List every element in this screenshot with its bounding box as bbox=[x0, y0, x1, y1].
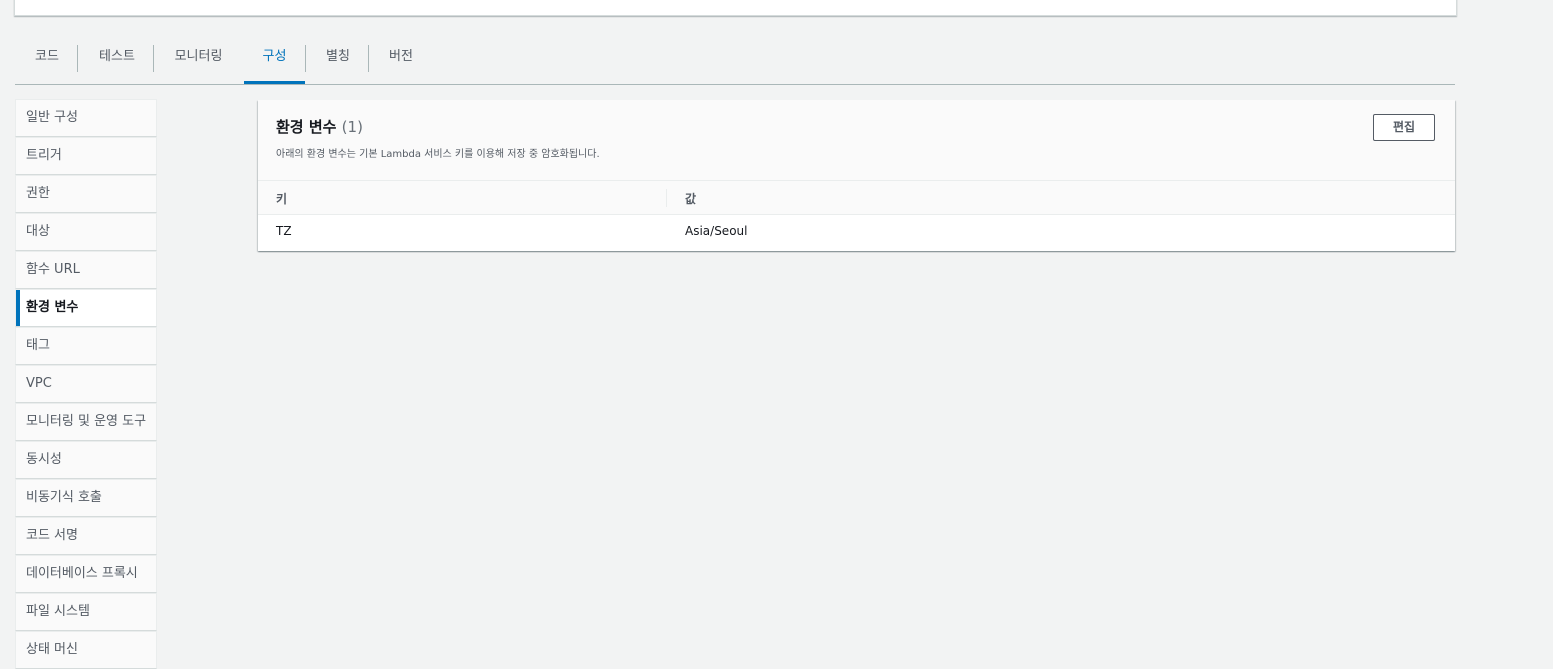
sidebar-item-monitoring-tools[interactable]: 모니터링 및 운영 도구 bbox=[15, 403, 157, 441]
card-description: 아래의 환경 변수는 기본 Lambda 서비스 키를 이용해 저장 중 암호화… bbox=[276, 149, 600, 160]
tab-monitoring[interactable]: 모니터링 bbox=[172, 44, 225, 84]
card-title-text: 환경 변수 bbox=[276, 118, 337, 136]
tab-versions[interactable]: 버전 bbox=[386, 44, 416, 84]
env-variables-card: 환경 변수 (1) 아래의 환경 변수는 기본 Lambda 서비스 키를 이용… bbox=[258, 100, 1455, 251]
table-row: TZ Asia/Seoul bbox=[258, 215, 1455, 251]
tab-configuration[interactable]: 구성 bbox=[244, 44, 305, 84]
sidebar-item-concurrency[interactable]: 동시성 bbox=[15, 441, 157, 479]
top-panel bbox=[14, 0, 1457, 16]
column-header-value: 값 bbox=[685, 192, 697, 206]
env-value-cell: Asia/Seoul bbox=[685, 224, 748, 238]
edit-button[interactable]: 편집 bbox=[1373, 114, 1435, 141]
tab-separator bbox=[305, 45, 306, 72]
sidebar-item-general[interactable]: 일반 구성 bbox=[15, 99, 157, 137]
card-title: 환경 변수 (1) bbox=[276, 116, 363, 137]
sidebar-item-state-machine[interactable]: 상태 머신 bbox=[15, 631, 157, 669]
table-header: 키 값 bbox=[258, 181, 1455, 215]
tab-bar: 코드 테스트 모니터링 구성 별칭 버전 bbox=[15, 40, 1455, 85]
tab-separator bbox=[77, 45, 78, 72]
card-header: 환경 변수 (1) 아래의 환경 변수는 기본 Lambda 서비스 키를 이용… bbox=[258, 100, 1455, 181]
tab-test[interactable]: 테스트 bbox=[96, 44, 138, 84]
tab-aliases[interactable]: 별칭 bbox=[323, 44, 353, 84]
sidebar-item-database-proxy[interactable]: 데이터베이스 프록시 bbox=[15, 555, 157, 593]
env-key-cell: TZ bbox=[276, 224, 292, 238]
sidebar-item-triggers[interactable]: 트리거 bbox=[15, 137, 157, 175]
card-count: (1) bbox=[341, 118, 363, 136]
sidebar-item-destinations[interactable]: 대상 bbox=[15, 213, 157, 251]
sidebar-item-code-signing[interactable]: 코드 서명 bbox=[15, 517, 157, 555]
sidebar-item-function-url[interactable]: 함수 URL bbox=[15, 251, 157, 289]
sidebar-item-permissions[interactable]: 권한 bbox=[15, 175, 157, 213]
sidebar-item-tags[interactable]: 태그 bbox=[15, 327, 157, 365]
column-separator bbox=[666, 189, 667, 207]
config-sidebar: 일반 구성 트리거 권한 대상 함수 URL 환경 변수 태그 VPC 모니터링… bbox=[15, 99, 157, 669]
tab-separator bbox=[153, 45, 154, 72]
column-header-key: 키 bbox=[276, 192, 288, 206]
sidebar-item-vpc[interactable]: VPC bbox=[15, 365, 157, 403]
sidebar-item-async-invocation[interactable]: 비동기식 호출 bbox=[15, 479, 157, 517]
sidebar-item-file-system[interactable]: 파일 시스템 bbox=[15, 593, 157, 631]
tab-separator bbox=[368, 45, 369, 72]
tab-code[interactable]: 코드 bbox=[33, 44, 61, 84]
sidebar-item-environment-variables[interactable]: 환경 변수 bbox=[15, 289, 157, 327]
